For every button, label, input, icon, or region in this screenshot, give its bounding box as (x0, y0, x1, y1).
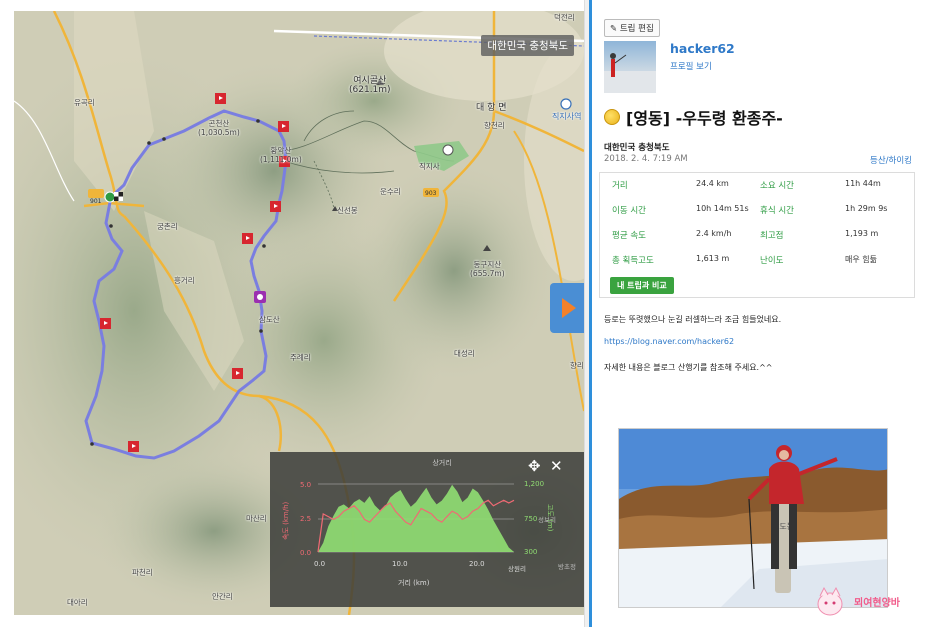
stat-label: 휴식 시간 (760, 206, 794, 216)
stat-value: 11h 44m (845, 179, 881, 188)
map-label-sinseonbong: 신선봉 (337, 206, 358, 215)
x-tick-10: 10.0 (392, 560, 408, 568)
left-tick-0: 0.0 (300, 549, 311, 557)
map-label-masanri: 마산리 (246, 514, 267, 523)
map-label-donggujisan: 동구지산 (655.7m) (470, 260, 505, 278)
map-label-jugyeori: 주례리 (290, 353, 311, 362)
close-icon[interactable]: ✕ (550, 457, 563, 475)
stat-row: 거리 24.4 km 소요 시간 11h 44m (600, 179, 914, 203)
stat-label: 총 획득고도 (612, 256, 654, 266)
trip-stats-table: 거리 24.4 km 소요 시간 11h 44m 이동 시간 10h 14m 5… (599, 172, 915, 298)
stat-row: 평균 속도 2.4 km/h 최고점 1,193 m (600, 229, 914, 253)
map-label-daeari: 대아리 (67, 598, 88, 607)
left-tick-5: 5.0 (300, 481, 311, 489)
stat-row: 총 획득고도 1,613 m 난이도 매우 힘듦 (600, 254, 914, 278)
watermark-text: 뫼여현양바 (854, 598, 900, 609)
map-label-unsuri: 운수리 (380, 187, 401, 196)
chart-corner-label: 방초정 (558, 562, 576, 571)
chart-title: 상거리 (432, 458, 451, 467)
x-axis-label: 거리 (km) (398, 578, 430, 587)
map-label-gungchonri: 궁촌리 (157, 222, 178, 231)
stat-value: 1h 29m 9s (845, 204, 888, 213)
stat-label: 난이도 (760, 256, 784, 266)
pencil-icon: ✎ (610, 24, 618, 34)
stat-label: 최고점 (760, 231, 784, 241)
x-tick-0: 0.0 (314, 560, 325, 568)
map-label-angari: 안간리 (212, 592, 233, 601)
expand-panel-arrow-button[interactable] (550, 283, 584, 333)
edit-trip-label: 트립 편집 (619, 24, 654, 34)
stat-label: 평균 속도 (612, 231, 646, 241)
map-label-jikjisa-station: 직지사역 (552, 112, 582, 121)
trip-region: 대한민국 충청북도 (604, 143, 670, 153)
username-link[interactable]: hacker62 (670, 41, 735, 56)
y-axis-left-label: 속도 (km/h) (282, 501, 290, 540)
trip-category-link[interactable]: 등산/하이킹 (870, 154, 912, 166)
map-label-pacheonri: 파천리 (132, 568, 153, 577)
stat-row: 이동 시간 10h 14m 51s 휴식 시간 1h 29m 9s (600, 204, 914, 228)
right-tick-750: 750 (524, 515, 537, 523)
panel-divider (584, 0, 592, 627)
right-tick-300: 300 (524, 548, 537, 556)
view-profile-link[interactable]: 프로필 보기 (670, 60, 712, 72)
map-label-hwangaksan: 황악산 (1,111.0m) (260, 146, 302, 164)
left-tick-2-5: 2.5 (300, 515, 311, 523)
map-label-hyangcheonri: 향천리 (484, 121, 505, 130)
blog-link[interactable]: https://blog.naver.com/hacker62 (604, 337, 734, 346)
stat-value: 24.4 km (696, 179, 729, 188)
compare-trip-button[interactable]: 내 트립과 비교 (610, 277, 674, 294)
stat-value: 1,193 m (845, 229, 879, 238)
avatar[interactable] (604, 41, 656, 93)
trip-description: 등로는 뚜렷했으나 눈길 러셀하느라 조금 힘들었네요. (604, 315, 782, 324)
map-label-samdosan: 삼도산 (259, 315, 280, 324)
x-tick-20: 20.0 (469, 560, 485, 568)
map-label-deokjeonri: 덕전리 (554, 13, 575, 22)
road-number-901: 901 (90, 198, 102, 205)
watermark: 뫼여현양바 (810, 580, 928, 622)
edit-trip-button[interactable]: ✎ 트립 편집 (604, 19, 660, 37)
stat-label: 이동 시간 (612, 206, 646, 216)
map-label-gonchansan: 곤천산 (1,030.5m) (198, 119, 240, 137)
trip-description-2: 자세한 내용은 블로그 산행기를 참조해 주세요.^^ (604, 363, 773, 372)
trip-date: 2018. 2. 4. 7:19 AM (604, 154, 688, 164)
weather-sun-icon (604, 109, 620, 125)
map-label-hyangri: 향리 (570, 361, 584, 370)
map-label-yujokri: 유곡리 (74, 98, 95, 107)
stat-value: 2.4 km/h (696, 229, 732, 238)
trip-detail-panel: ✎ 트립 편집 hacker62 프로필 보기 [영동] -우두령 환종주- 대… (592, 0, 928, 627)
stat-value: 매우 힘듦 (845, 255, 877, 264)
map-label-honggeori: 흥거리 (174, 276, 195, 285)
elevation-profile-panel[interactable]: 상거리 5.0 2.5 0.0 1,200 750 300 0.0 10.0 2… (270, 452, 584, 607)
stat-value: 10h 14m 51s (696, 204, 749, 213)
screenshot-frame: 대한민국 충청북도 901 903 여시골산 (621.1m) 대 항 면 직지… (0, 0, 936, 627)
y-axis-right-label: 고도 (m) (546, 504, 554, 532)
stat-label: 거리 (612, 181, 628, 191)
map-label-daehangmyeon: 대 항 면 (476, 103, 507, 113)
trip-title: [영동] -우두령 환종주- (604, 105, 783, 129)
map-label-daeseongri: 대성리 (454, 349, 475, 358)
stat-label: 소요 시간 (760, 181, 794, 191)
road-number-903: 903 (425, 190, 437, 197)
elevation-chart: 상거리 5.0 2.5 0.0 1,200 750 300 0.0 10.0 2… (282, 458, 576, 587)
trip-title-text: [영동] -우두령 환종주- (626, 109, 783, 128)
right-tick-1200: 1,200 (524, 480, 544, 488)
stat-value: 1,613 m (696, 254, 730, 263)
map-label-yeosigolsan: 여시골산 (621.1m) (349, 76, 391, 95)
move-icon[interactable]: ✥ (528, 457, 541, 475)
map-label-jikjisa: 직지사 (419, 162, 440, 171)
region-badge[interactable]: 대한민국 충청북도 (481, 35, 574, 56)
chart-extra-label: 상원리 (508, 564, 526, 573)
